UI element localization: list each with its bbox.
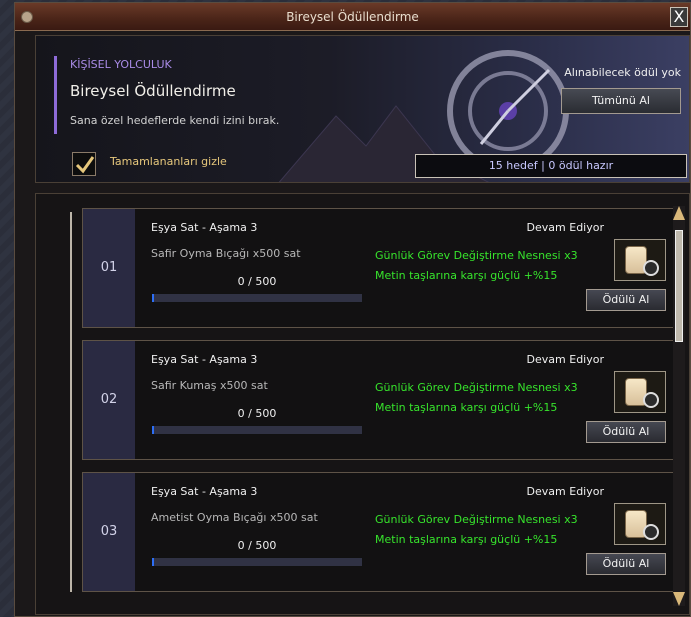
quest-description: Safir Oyma Bıçağı x500 sat <box>151 247 301 260</box>
refresh-icon <box>643 392 659 408</box>
reward-text: Metin taşlarına karşı güçlü +%15 <box>375 401 558 414</box>
banner-title: Bireysel Ödüllendirme <box>70 82 236 100</box>
hide-completed-label: Tamamlananları gizle <box>110 155 227 168</box>
quest-index: 01 <box>83 209 135 327</box>
check-icon <box>75 156 95 174</box>
quest-status: Devam Ediyor <box>526 485 604 498</box>
scroll-icon[interactable] <box>614 239 666 281</box>
quest-description: Ametist Oyma Bıçağı x500 sat <box>151 511 318 524</box>
banner-subtitle: KİŞİSEL YOLCULUK <box>70 58 172 71</box>
refresh-icon <box>643 524 659 540</box>
quest-status: Devam Ediyor <box>526 221 604 234</box>
close-button[interactable]: X <box>670 7 688 27</box>
reward-text: Günlük Görev Değiştirme Nesnesi x3 <box>375 381 578 394</box>
progress-text: 0 / 500 <box>237 407 277 420</box>
banner: KİŞİSEL YOLCULUK Bireysel Ödüllendirme S… <box>35 35 690 183</box>
quest-title: Eşya Sat - Aşama 3 <box>151 221 258 234</box>
progress-bar <box>151 557 363 567</box>
progress-fill <box>152 558 155 566</box>
banner-description: Sana özel hedeflerde kendi izini bırak. <box>70 114 280 127</box>
quest-description: Safir Kumaş x500 sat <box>151 379 268 392</box>
progress-text: 0 / 500 <box>237 539 277 552</box>
status-box: 15 hedef | 0 ödül hazır <box>415 154 687 178</box>
quest-title: Eşya Sat - Aşama 3 <box>151 353 258 366</box>
quest-status: Devam Ediyor <box>526 353 604 366</box>
reward-info: Alınabilecek ödül yok <box>564 66 681 79</box>
quest-list[interactable]: 01 Eşya Sat - Aşama 3 Safir Oyma Bıçağı … <box>35 193 690 615</box>
claim-reward-button[interactable]: Ödülü Al <box>586 553 666 575</box>
scroll-icon[interactable] <box>614 371 666 413</box>
scroll-thumb[interactable] <box>675 230 683 342</box>
scrollbar[interactable] <box>673 206 685 606</box>
hide-completed-checkbox[interactable] <box>72 152 96 176</box>
game-window: Bireysel Ödüllendirme X KİŞİSEL YOLCULUK… <box>0 0 691 617</box>
reward-text: Günlük Görev Değiştirme Nesnesi x3 <box>375 513 578 526</box>
progress-fill <box>152 294 155 302</box>
reward-text: Metin taşlarına karşı güçlü +%15 <box>375 533 558 546</box>
reward-text: Metin taşlarına karşı güçlü +%15 <box>375 269 558 282</box>
claim-all-button[interactable]: Tümünü Al <box>561 88 681 114</box>
scroll-icon[interactable] <box>614 503 666 545</box>
claim-reward-button[interactable]: Ödülü Al <box>586 421 666 443</box>
quest-card: 01 Eşya Sat - Aşama 3 Safir Oyma Bıçağı … <box>82 208 675 328</box>
progress-bar <box>151 425 363 435</box>
quest-index: 02 <box>83 341 135 459</box>
divider-line <box>70 212 72 592</box>
refresh-icon <box>643 260 659 276</box>
window-title: Bireysel Ödüllendirme <box>286 10 419 24</box>
progress-fill <box>152 426 155 434</box>
title-bar[interactable]: Bireysel Ödüllendirme X <box>15 3 690 31</box>
claim-reward-button[interactable]: Ödülü Al <box>586 289 666 311</box>
progress-bar <box>151 293 363 303</box>
quest-card: 03 Eşya Sat - Aşama 3 Ametist Oyma Bıçağ… <box>82 472 675 592</box>
quest-index: 03 <box>83 473 135 591</box>
scroll-down-icon[interactable] <box>673 592 685 606</box>
quest-card: 02 Eşya Sat - Aşama 3 Safir Kumaş x500 s… <box>82 340 675 460</box>
accent-bar <box>54 56 57 134</box>
reward-text: Günlük Görev Değiştirme Nesnesi x3 <box>375 249 578 262</box>
progress-text: 0 / 500 <box>237 275 277 288</box>
rewards-frame: Bireysel Ödüllendirme X KİŞİSEL YOLCULUK… <box>14 2 691 617</box>
scroll-up-icon[interactable] <box>673 206 685 220</box>
quest-title: Eşya Sat - Aşama 3 <box>151 485 258 498</box>
